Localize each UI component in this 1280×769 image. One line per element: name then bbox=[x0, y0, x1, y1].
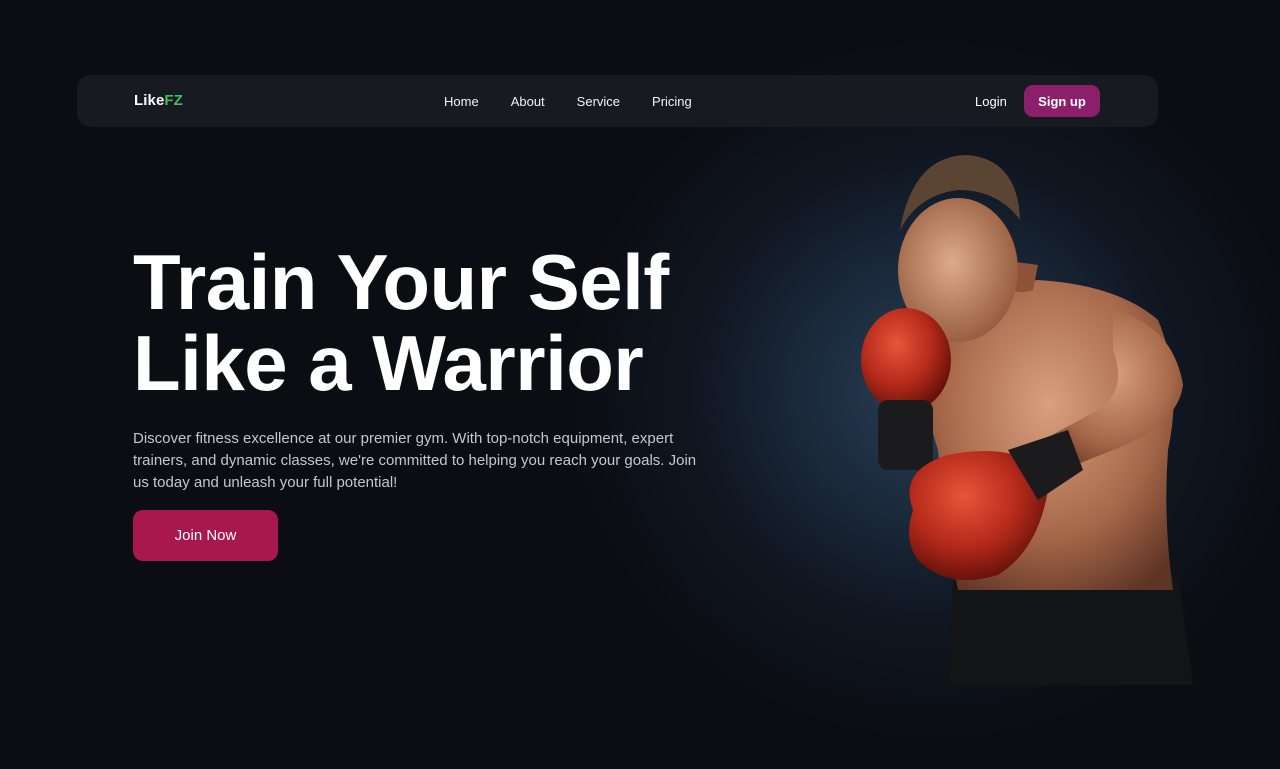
landing-page: LikeFZ Home About Service Pricing Login … bbox=[0, 0, 1280, 769]
hero-title: Train Your Self Like a Warrior bbox=[133, 242, 773, 404]
boxer-shorts bbox=[948, 575, 1193, 685]
signup-button[interactable]: Sign up bbox=[1024, 85, 1100, 117]
nav-home[interactable]: Home bbox=[444, 94, 479, 109]
nav-service[interactable]: Service bbox=[577, 94, 620, 109]
nav-pricing[interactable]: Pricing bbox=[652, 94, 692, 109]
logo-text-green: FZ bbox=[164, 92, 183, 109]
glove-left bbox=[861, 308, 951, 412]
hero-title-line2: Like a Warrior bbox=[133, 319, 644, 407]
login-link[interactable]: Login bbox=[975, 94, 1007, 109]
logo-text-white: Like bbox=[134, 92, 165, 109]
logo[interactable]: LikeFZ bbox=[134, 92, 183, 109]
boxer-image bbox=[861, 155, 1193, 685]
hero-title-line1: Train Your Self bbox=[133, 238, 669, 326]
nav-about[interactable]: About bbox=[511, 94, 545, 109]
navbar: LikeFZ Home About Service Pricing Login … bbox=[77, 75, 1158, 127]
nav-links: Home About Service Pricing bbox=[444, 75, 724, 127]
hero-description: Discover fitness excellence at our premi… bbox=[133, 430, 697, 491]
join-now-button[interactable]: Join Now bbox=[133, 510, 278, 561]
